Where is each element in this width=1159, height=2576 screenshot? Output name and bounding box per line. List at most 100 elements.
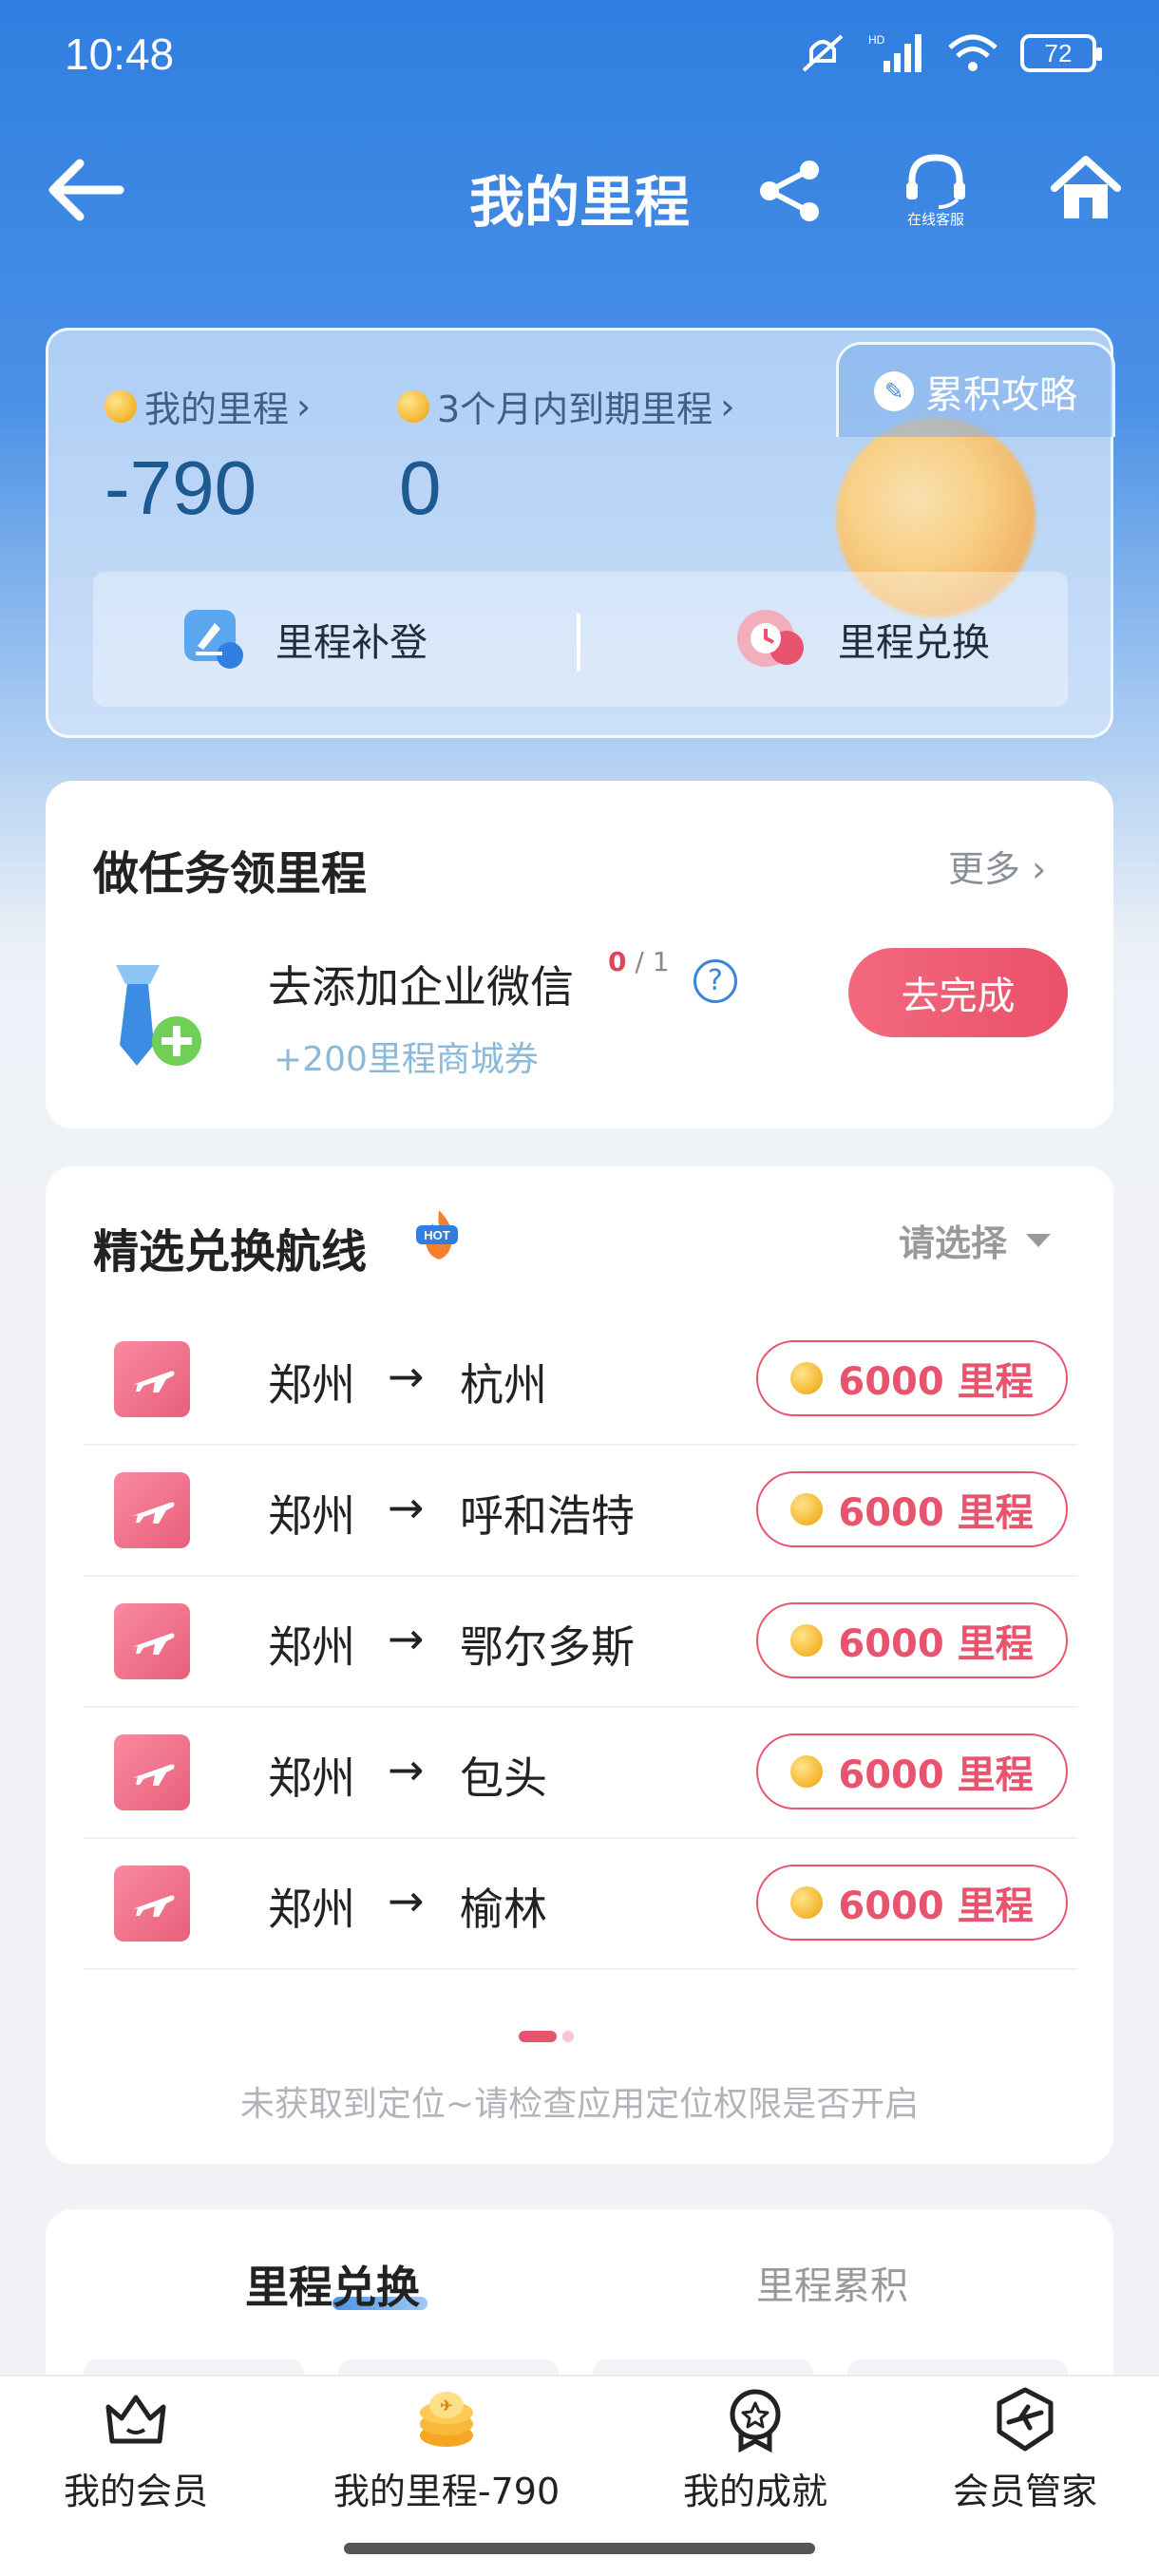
- routes-section-title: 精选兑换航线: [93, 1225, 368, 1279]
- customer-service-label: 在线客服: [906, 211, 964, 228]
- edit-icon: [184, 610, 243, 669]
- coin-icon: [790, 1755, 824, 1788]
- page-indicator: [519, 2031, 574, 2042]
- chevron-right-icon: ›: [720, 385, 735, 427]
- chevron-right-icon: ›: [296, 385, 312, 427]
- page-title: 我的里程: [468, 170, 690, 235]
- headset-icon: [906, 154, 965, 209]
- route-row[interactable]: 郑州 → 杭州 6000 里程: [84, 1315, 1077, 1446]
- page-dot: [562, 2031, 574, 2042]
- coin-icon: [790, 1493, 824, 1525]
- route-select-label: 请选择: [899, 1222, 1008, 1264]
- svg-text:✈: ✈: [440, 2398, 452, 2415]
- nav-label: 我的成就: [682, 2471, 827, 2512]
- location-note: 未获取到定位~请检查应用定位权限是否开启: [239, 2085, 920, 2124]
- my-miles-value: -790: [104, 445, 257, 530]
- route-origin: 郑州: [268, 1621, 355, 1673]
- nav-my-membership[interactable]: 我的会员: [55, 2386, 217, 2514]
- route-row[interactable]: 郑州 → 榆林 6000 里程: [84, 1839, 1077, 1970]
- nav-my-achievements[interactable]: 我的成就: [674, 2386, 836, 2514]
- route-row[interactable]: 郑州 → 包头 6000 里程: [84, 1708, 1077, 1839]
- route-arrow: →: [388, 1351, 425, 1402]
- home-icon: [1051, 156, 1121, 218]
- nav-label: 我的里程-790: [332, 2471, 560, 2512]
- strategy-button[interactable]: ✎ 累积攻略: [836, 342, 1115, 437]
- route-row[interactable]: 郑州 → 鄂尔多斯 6000 里程: [84, 1577, 1077, 1708]
- task-name: 去添加企业微信: [268, 961, 574, 1013]
- route-price: 6000 里程: [838, 1360, 1034, 1404]
- route-destination: 呼和浩特: [460, 1490, 635, 1542]
- plane-icon: [114, 1734, 190, 1810]
- battery-icon: 72: [1020, 34, 1102, 72]
- hot-fire-icon: HOT: [410, 1206, 467, 1263]
- crown-icon: [105, 2395, 166, 2444]
- arrow-left-icon: [48, 159, 124, 221]
- share-icon: [760, 161, 819, 221]
- clock-icon: [737, 610, 804, 667]
- task-progress-total: / 1: [635, 946, 670, 977]
- route-origin: 郑州: [268, 1490, 355, 1542]
- coin-icon: [790, 1624, 824, 1657]
- plane-icon: [114, 1866, 190, 1941]
- route-price-button[interactable]: 6000 里程: [756, 1733, 1068, 1809]
- complete-task-button[interactable]: 去完成: [848, 948, 1068, 1037]
- route-price: 6000 里程: [838, 1885, 1034, 1928]
- mileage-exchange-button[interactable]: 里程兑换: [733, 572, 990, 707]
- task-more-link[interactable]: 更多 ›: [948, 840, 1046, 892]
- route-origin: 郑州: [268, 1884, 355, 1935]
- nav-my-mileage[interactable]: ✈ 我的里程-790: [323, 2386, 570, 2514]
- expiring-miles-link[interactable]: 3个月内到期里程 ›: [397, 380, 734, 432]
- strategy-label: 累积攻略: [925, 372, 1077, 417]
- route-origin: 郑州: [268, 1752, 355, 1804]
- route-destination: 鄂尔多斯: [460, 1621, 635, 1673]
- my-miles-link[interactable]: 我的里程 ›: [104, 380, 311, 432]
- route-destination: 包头: [460, 1752, 547, 1804]
- chevron-right-icon: ›: [1032, 848, 1047, 890]
- plane-icon: [114, 1341, 190, 1417]
- my-miles-label: 我的里程: [144, 388, 290, 430]
- mileage-makeup-label: 里程补登: [276, 621, 428, 665]
- mileage-makeup-button[interactable]: 里程补登: [180, 572, 428, 707]
- home-button[interactable]: [1051, 154, 1121, 224]
- guide-icon: ✎: [874, 370, 914, 411]
- task-section-title: 做任务领里程: [93, 847, 368, 900]
- dropdown-triangle-icon: [1026, 1233, 1052, 1247]
- tab-mileage-exchange[interactable]: 里程兑换: [245, 2253, 420, 2316]
- share-button[interactable]: [756, 157, 825, 225]
- coin-icon: [790, 1886, 824, 1919]
- strip-divider: [577, 614, 580, 671]
- mileage-exchange-label: 里程兑换: [838, 621, 990, 665]
- nav-member-butler[interactable]: 会员管家: [944, 2386, 1106, 2514]
- plane-shield-icon: [997, 2387, 1054, 2452]
- tab-mileage-accumulate[interactable]: 里程累积: [756, 2255, 908, 2310]
- route-price: 6000 里程: [838, 1753, 1034, 1797]
- svg-text:HD: HD: [868, 33, 885, 47]
- status-icons: HD 72: [798, 32, 1102, 74]
- home-indicator[interactable]: [344, 2543, 815, 2554]
- mute-icon: [802, 34, 844, 72]
- route-destination: 榆林: [460, 1884, 547, 1935]
- route-origin: 郑州: [268, 1359, 355, 1411]
- route-arrow: →: [388, 1875, 425, 1926]
- route-row[interactable]: 郑州 → 呼和浩特 6000 里程: [84, 1446, 1077, 1577]
- exchange-item-placeholder: [593, 2359, 813, 2375]
- svg-text:HOT: HOT: [424, 1228, 450, 1242]
- route-price-button[interactable]: 6000 里程: [756, 1471, 1068, 1547]
- page-dot-active: [519, 2031, 557, 2042]
- route-price-button[interactable]: 6000 里程: [756, 1865, 1068, 1941]
- help-icon[interactable]: ?: [694, 959, 737, 1003]
- back-button[interactable]: [48, 152, 133, 228]
- exchange-item-placeholder: [84, 2359, 304, 2375]
- route-price-button[interactable]: 6000 里程: [756, 1602, 1068, 1678]
- status-time: 10:48: [65, 29, 175, 79]
- task-progress: 0 / 1: [608, 946, 670, 977]
- plane-icon: [114, 1603, 190, 1679]
- customer-service-button[interactable]: 在线客服: [893, 152, 978, 237]
- nav-label: 我的会员: [63, 2471, 208, 2512]
- route-price: 6000 里程: [838, 1491, 1034, 1535]
- exchange-item-placeholder: [338, 2359, 559, 2375]
- route-select-dropdown[interactable]: 请选择: [899, 1214, 1052, 1266]
- route-price-button[interactable]: 6000 里程: [756, 1340, 1068, 1416]
- route-arrow: →: [388, 1744, 425, 1795]
- coin-icon: [397, 389, 429, 423]
